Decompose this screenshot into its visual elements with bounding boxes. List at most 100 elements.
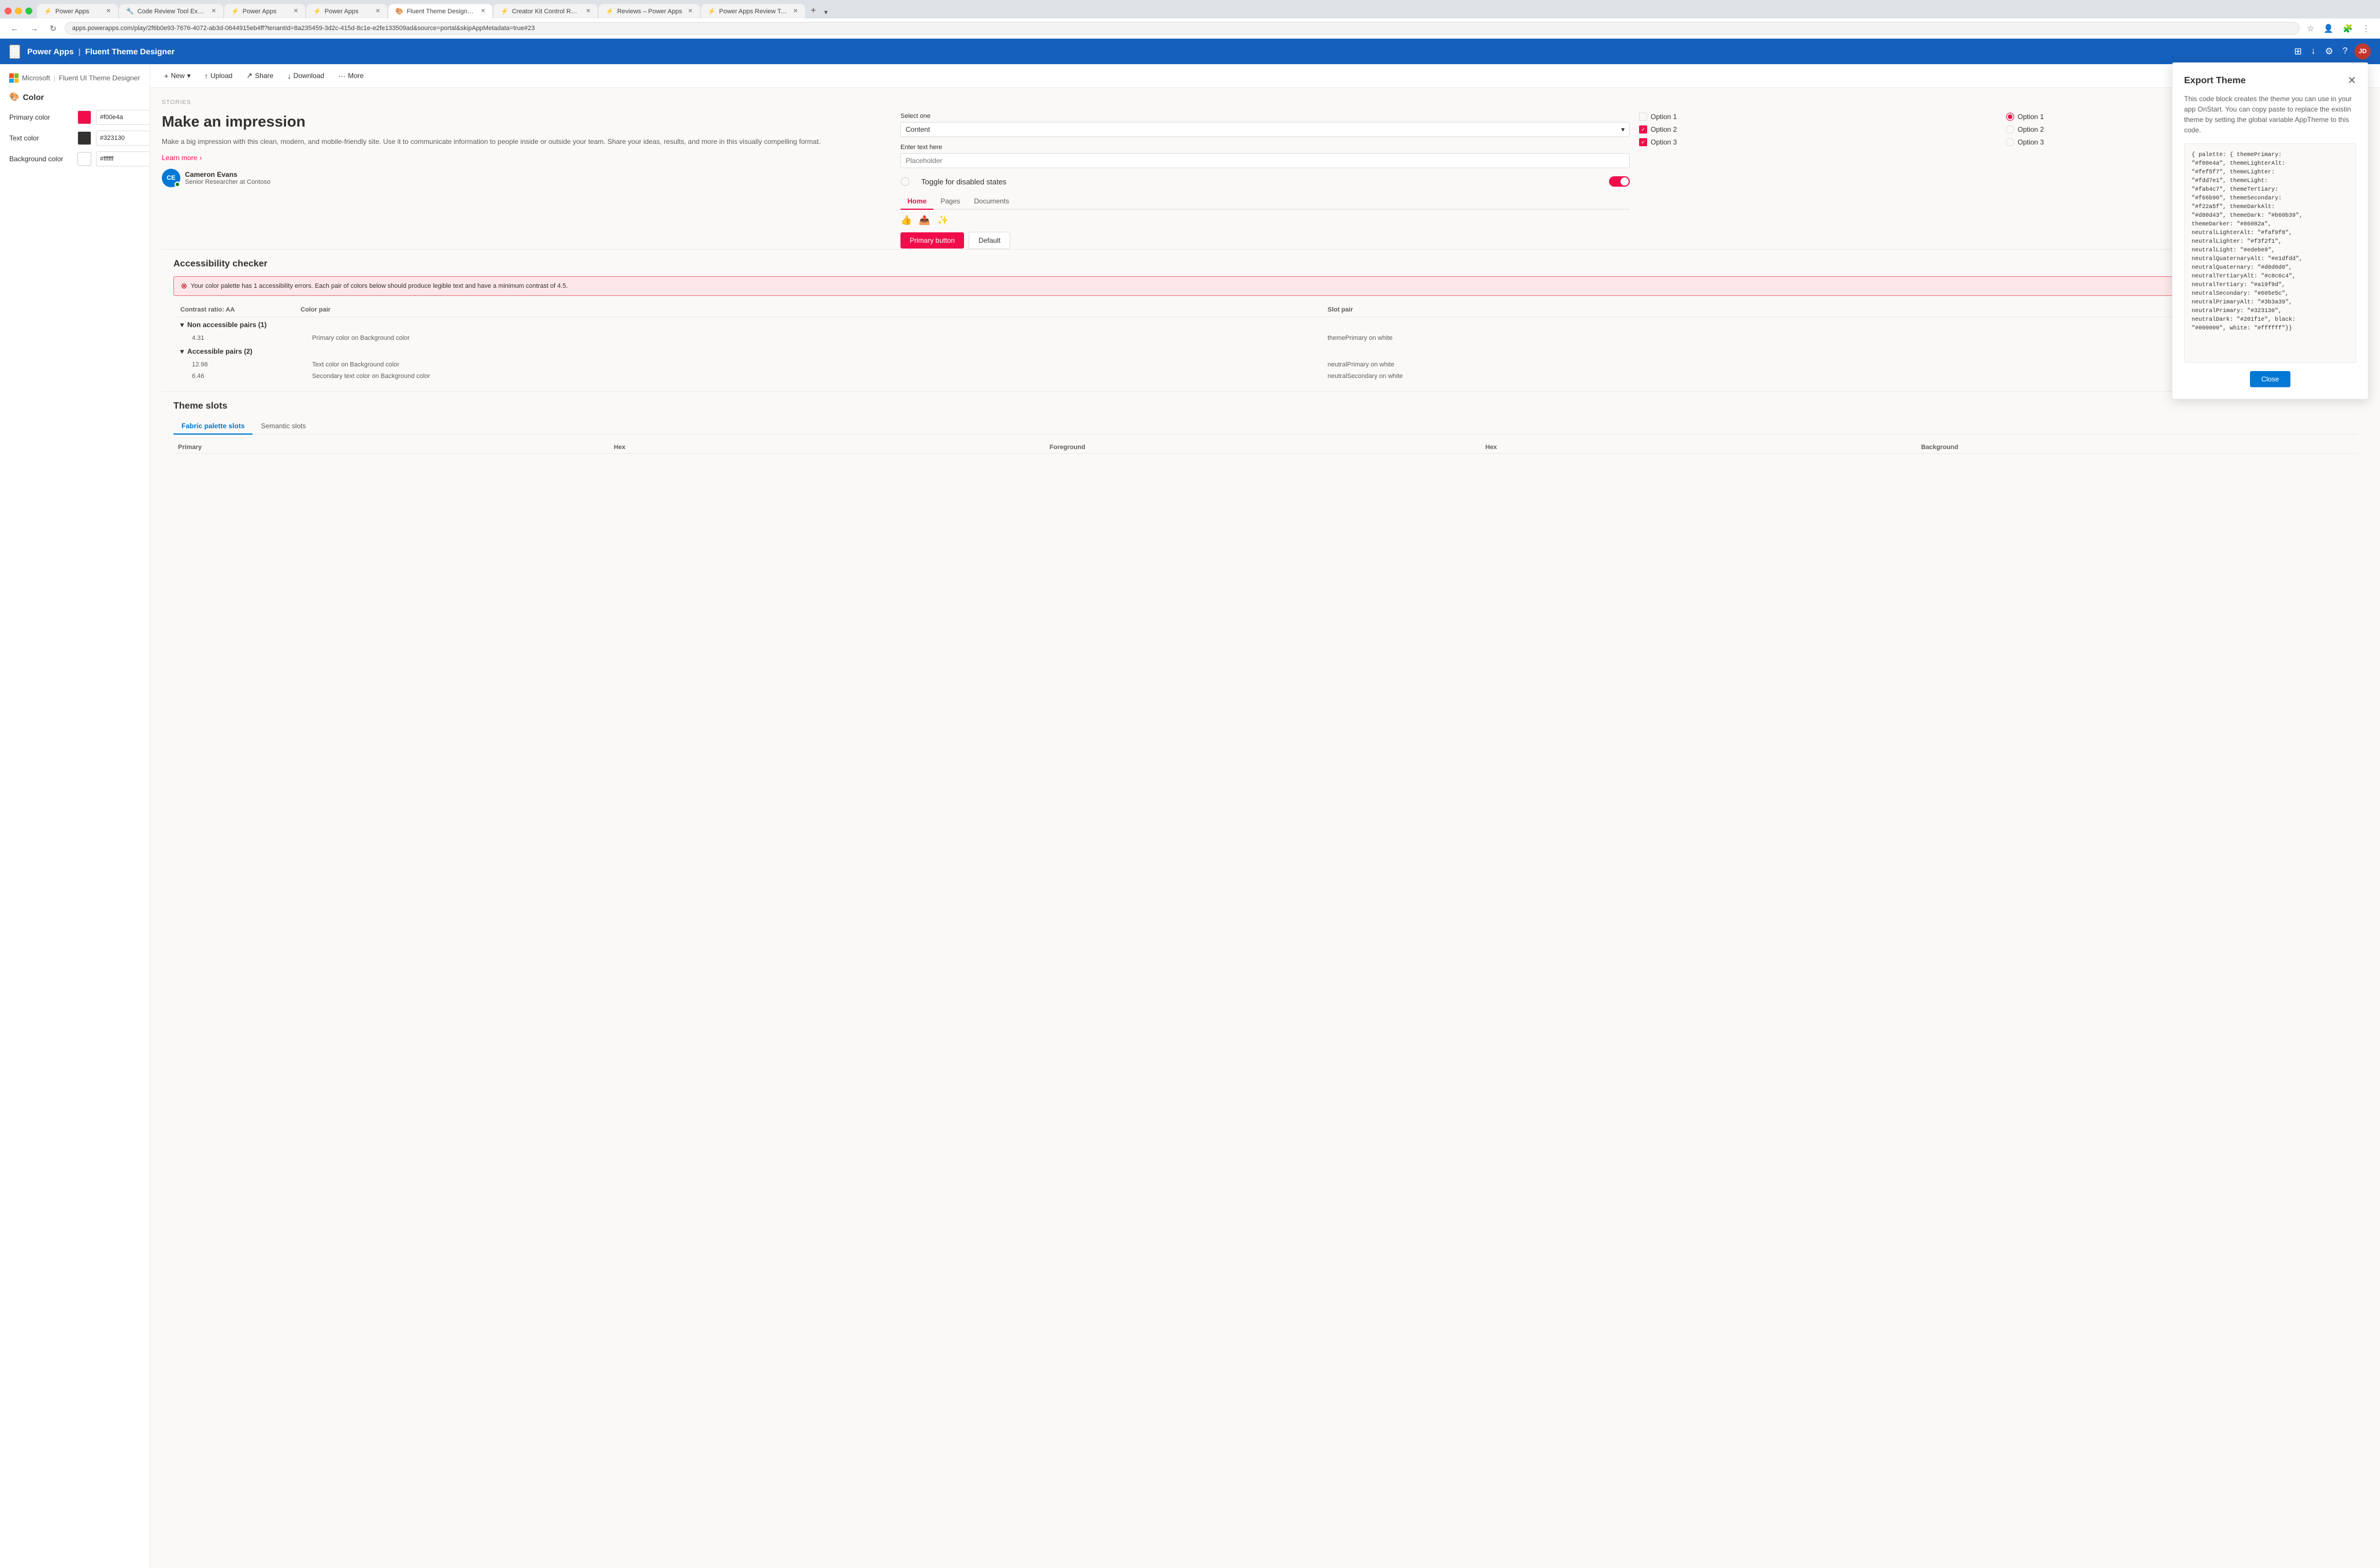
canvas-area: STORIES Make an impression Make a big im… [150,88,2380,475]
new-tab-button[interactable]: + [806,3,821,18]
more-icon: ··· [338,72,346,80]
story-text-col: Make an impression Make a big impression… [162,113,891,249]
bookmark-button[interactable]: ☆ [2304,23,2318,35]
app-icon-2[interactable]: ↓ [2309,44,2318,59]
header-right: ⊞ ↓ ⚙ ? JD [2292,43,2371,60]
thumb-up-icon[interactable]: 👍 [900,214,912,226]
share-card-icon[interactable]: 📤 [919,214,931,226]
nav-tab-pages[interactable]: Pages [933,194,967,210]
tab-label-3: Power Apps [243,8,288,15]
window-minimize[interactable] [15,8,22,14]
app-icon-1[interactable]: ⊞ [2292,43,2304,60]
radio-2[interactable] [2006,125,2014,134]
radio-3[interactable] [2006,138,2014,146]
story-body: Make a big impression with this clean, m… [162,136,891,147]
export-code-block[interactable]: { palette: { themePrimary: "#f00e4a", th… [2184,143,2356,363]
checkbox-2[interactable] [1639,125,1647,134]
tab-close-1[interactable]: ✕ [106,8,111,14]
address-bar[interactable]: apps.powerapps.com/play/2f6b0e93-7676-40… [65,22,2300,35]
non-accessible-header[interactable]: ▾ Non accessible pairs (1) [173,317,2357,332]
tab-dropdown-button[interactable]: ▾ [822,6,830,18]
person-name: Cameron Evans [185,170,270,179]
app-icon-4[interactable]: ? [2340,44,2350,59]
browser-tab-1[interactable]: ⚡ Power Apps ✕ [37,4,118,18]
text-color-swatch[interactable] [77,131,91,145]
nav-tab-home[interactable]: Home [900,194,933,210]
back-button[interactable]: ← [7,23,22,34]
nav-tab-documents[interactable]: Documents [967,194,1016,210]
collapse-arrow-1: ▾ [180,321,184,329]
accessible-label: Accessible pairs (2) [187,347,253,355]
accessible-header[interactable]: ▾ Accessible pairs (2) [173,344,2357,359]
checkbox-1[interactable] [1639,113,1647,121]
checkbox-group: Option 1 Option 2 Option 3 [1639,113,2001,249]
bg-color-swatch[interactable] [77,152,91,166]
user-avatar[interactable]: JD [2355,43,2371,60]
radio-1[interactable] [2006,113,2014,121]
browser-tab-3[interactable]: ⚡ Power Apps ✕ [224,4,305,18]
ratio-1: 4.31 [192,335,307,342]
window-maximize[interactable] [25,8,32,14]
tab-close-6[interactable]: ✕ [586,8,591,14]
slots-tab-fabric[interactable]: Fabric palette slots [173,418,253,435]
app-icon-3[interactable]: ⚙ [2323,43,2335,60]
browser-tab-6[interactable]: ⚡ Creator Kit Control Refere... ✕ [494,4,598,18]
tab-favicon-2: 🔧 [126,8,134,15]
browser-tab-8[interactable]: ⚡ Power Apps Review Tool ... ✕ [701,4,805,18]
tab-close-3[interactable]: ✕ [294,8,298,14]
slider-icon [900,177,918,186]
browser-tab-4[interactable]: ⚡ Power Apps ✕ [306,4,387,18]
export-close-button[interactable]: Close [2250,371,2291,387]
window-close[interactable] [5,8,12,14]
checkbox-label-2: Option 2 [1651,125,1677,134]
primary-button[interactable]: Primary button [900,232,964,249]
share-button[interactable]: ↗ Share [242,69,278,83]
tab-close-8[interactable]: ✕ [793,8,798,14]
tab-close-2[interactable]: ✕ [212,8,216,14]
text-color-input[interactable] [96,131,150,146]
settings-button[interactable]: ⋮ [2359,23,2373,35]
forward-button[interactable]: → [27,23,42,34]
browser-tab-7[interactable]: ⚡ Reviews – Power Apps ✕ [599,4,700,18]
extensions-button[interactable]: 🧩 [2340,23,2356,35]
upload-button[interactable]: ↑ Upload [200,69,238,83]
tab-close-7[interactable]: ✕ [688,8,692,14]
default-button[interactable]: Default [969,232,1010,249]
toggle-row: Toggle for disabled states [900,176,1630,187]
checkbox-option-1: Option 1 [1639,113,2001,121]
checkbox-3[interactable] [1639,138,1647,146]
header-color-pair: Color pair [301,306,1323,313]
accessibility-table-header: Contrast ratio: AA Color pair Slot pair [173,303,2357,317]
primary-color-swatch[interactable] [77,110,91,124]
tab-label-6: Creator Kit Control Refere... [512,8,580,15]
tab-favicon-8: ⚡ [708,8,716,15]
select-box[interactable]: Content ▾ [900,122,1630,137]
profile-button[interactable]: 👤 [2320,23,2336,35]
slots-header-primary: Primary [178,444,609,451]
ms-logo-green [14,73,19,78]
tab-close-5[interactable]: ✕ [481,8,485,14]
export-panel-close-icon[interactable]: ✕ [2348,75,2356,87]
new-button[interactable]: + New ▾ [160,69,195,83]
learn-more-link[interactable]: Learn more › [162,154,891,162]
radio-label-1: Option 1 [2018,113,2044,121]
app-grid-icon[interactable]: ⊞ [9,45,20,59]
more-button[interactable]: ··· More [333,69,368,83]
ms-logo-red [9,73,14,78]
toggle-switch[interactable] [1609,176,1630,187]
story-heading: Make an impression [162,113,891,131]
bg-color-input[interactable] [96,151,150,166]
browser-tab-2[interactable]: 🔧 Code Review Tool Experim... ✕ [119,4,223,18]
download-button[interactable]: ↓ Download [283,69,329,83]
theme-slots-heading: Theme slots [173,401,2357,412]
primary-color-input[interactable] [96,110,150,125]
slots-header-hex1: Hex [614,444,1045,451]
browser-tab-5[interactable]: 🎨 Fluent Theme Designer - ... ✕ [388,4,492,18]
more-label: More [348,72,364,80]
star-icon[interactable]: ✨ [937,214,949,226]
text-input[interactable] [900,153,1630,168]
tab-close-4[interactable]: ✕ [376,8,380,14]
slots-tab-semantic[interactable]: Semantic slots [253,418,314,435]
reload-button[interactable]: ↻ [46,23,60,35]
export-panel-header: Export Theme ✕ [2184,75,2356,87]
